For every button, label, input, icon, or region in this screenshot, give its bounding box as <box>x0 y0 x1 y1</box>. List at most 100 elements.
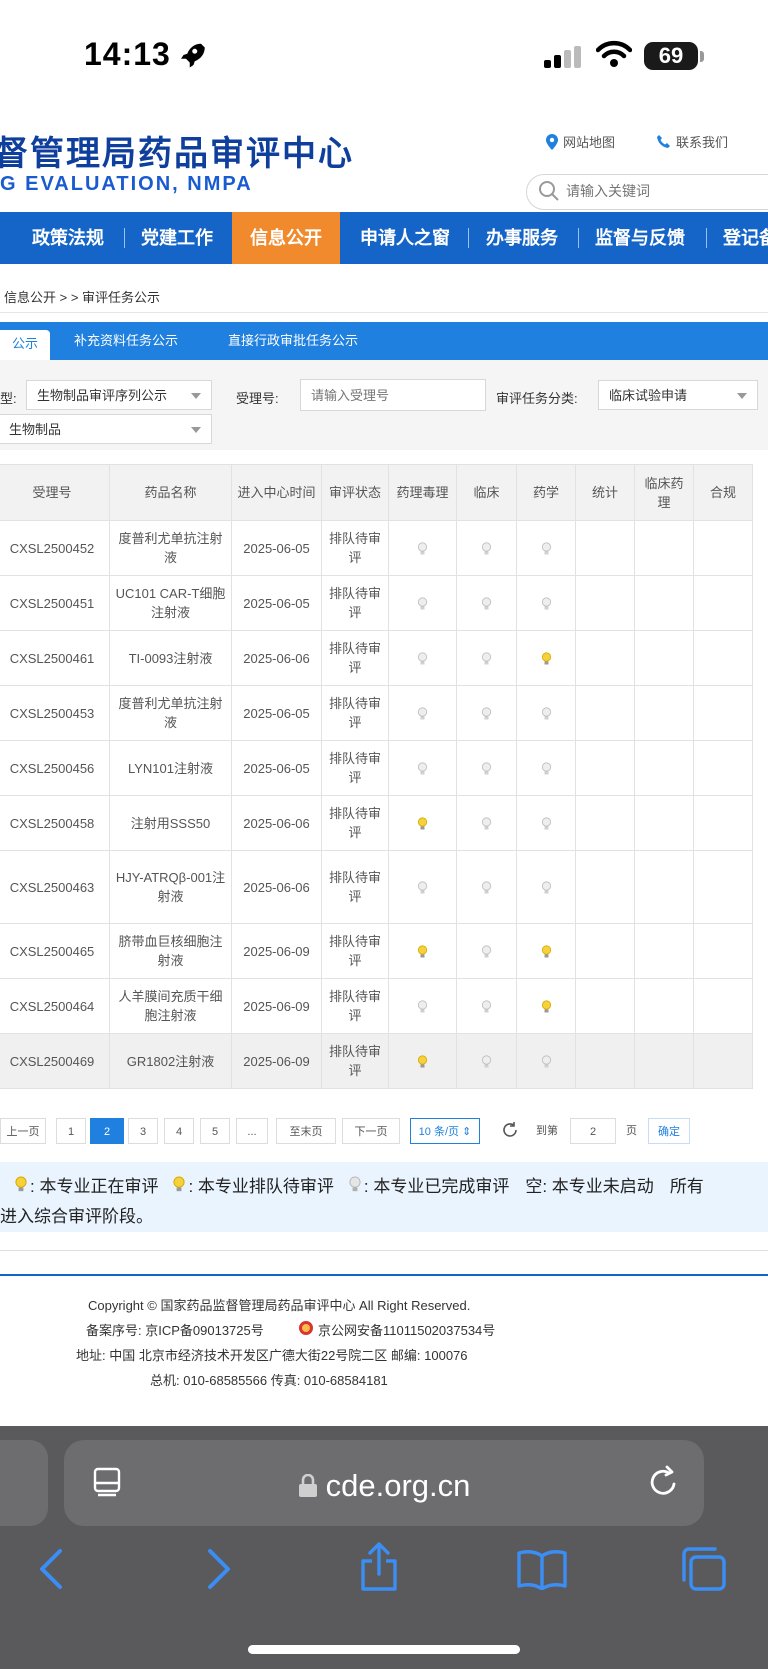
cell-clinical-pharm <box>634 685 694 741</box>
bulb-done-icon <box>481 881 492 894</box>
page-2-button[interactable]: 2 <box>90 1118 124 1144</box>
nav-applicant[interactable]: 申请人之窗 <box>360 212 450 264</box>
cell-cmc <box>516 575 576 631</box>
nav-registration[interactable]: 登记备 <box>723 212 768 264</box>
search-input[interactable] <box>566 180 726 202</box>
cell-statistics <box>575 850 635 924</box>
col-status: 审评状态 <box>321 464 389 521</box>
tabs-overview-icon[interactable] <box>680 1546 728 1592</box>
tab-admin-approval-tasks[interactable]: 直接行政审批任务公示 <box>228 322 358 360</box>
cell-entry-time: 2025-06-05 <box>231 685 322 741</box>
bulb-done-icon <box>541 762 551 775</box>
category-select[interactable]: 临床试验申请 <box>598 380 758 410</box>
bulb-done-icon <box>481 707 492 720</box>
cell-entry-time: 2025-06-05 <box>231 520 322 576</box>
page-4-button[interactable]: 4 <box>164 1118 194 1144</box>
bulb-done-icon <box>541 817 551 830</box>
cell-compliance <box>693 520 753 576</box>
bulb-done-icon <box>481 945 492 958</box>
cell-statistics <box>575 978 635 1034</box>
nav-supervision[interactable]: 监督与反馈 <box>595 212 685 264</box>
cell-statistics <box>575 740 635 796</box>
tab-supplement-tasks[interactable]: 补充资料任务公示 <box>74 322 178 360</box>
prev-page-button[interactable]: 上一页 <box>0 1118 46 1144</box>
reload-icon[interactable] <box>648 1465 680 1499</box>
footer-police[interactable]: 京公网安备11011502037534号 <box>318 1320 495 1339</box>
footer-icp[interactable]: 备案序号: 京ICP备09013725号 <box>86 1320 264 1339</box>
footer-divider <box>0 1274 768 1276</box>
page-3-button[interactable]: 3 <box>128 1118 158 1144</box>
product-select[interactable]: 生物制品 <box>0 414 212 444</box>
goto-page-input[interactable]: 2 <box>570 1118 616 1144</box>
bulb-done-icon <box>481 597 492 610</box>
nav-separator <box>468 228 469 248</box>
cell-compliance <box>693 923 753 979</box>
page-5-button[interactable]: 5 <box>200 1118 230 1144</box>
table-row: CXSL2500458 注射用SSS50 2025-06-06 排队待审评 <box>0 795 753 851</box>
confirm-button[interactable]: 确定 <box>648 1118 690 1144</box>
bulb-queued-icon <box>417 1055 428 1068</box>
sitemap-link[interactable]: 网站地图 <box>546 132 615 151</box>
tab-review-tasks[interactable]: 公示 <box>0 330 50 360</box>
cell-status: 排队待审评 <box>321 795 389 851</box>
category-label: 审评任务分类: <box>496 391 578 406</box>
bulb-queued-icon <box>541 652 551 665</box>
cell-status: 排队待审评 <box>321 740 389 796</box>
cell-accept-number: CXSL2500456 <box>0 740 110 796</box>
cell-accept-number: CXSL2500463 <box>0 850 110 924</box>
cell-cmc <box>516 520 576 576</box>
bulb-done-icon <box>541 707 551 720</box>
nav-separator <box>578 228 579 248</box>
cell-status: 排队待审评 <box>321 850 389 924</box>
cell-status: 排队待审评 <box>321 520 389 576</box>
legend-empty: 空: 本专业未启动 <box>525 1177 654 1196</box>
bookmarks-icon[interactable] <box>516 1548 568 1590</box>
table-row: CXSL2500456 LYN101注射液 2025-06-05 排队待审评 <box>0 740 753 796</box>
cell-clinical-pharm <box>634 795 694 851</box>
type-label: 型: <box>0 391 17 406</box>
refresh-icon[interactable] <box>500 1120 520 1140</box>
bulb-done-icon <box>481 1055 492 1068</box>
cell-clinical-pharm <box>634 850 694 924</box>
contact-link[interactable]: 联系我们 <box>656 132 728 151</box>
battery-indicator: 69 <box>644 42 698 70</box>
search-icon[interactable] <box>538 180 560 202</box>
wifi-icon <box>596 40 632 67</box>
footer-address: 地址: 中国 北京市经济技术开发区广德大街22号院二区 邮编: 100076 <box>76 1348 468 1363</box>
footer-copyright: Copyright © 国家药品监督管理局药品审评中心 All Right Re… <box>88 1298 471 1313</box>
last-page-button[interactable]: 至末页 <box>276 1118 336 1144</box>
accept-number-input[interactable] <box>300 379 486 411</box>
phone-icon <box>657 135 670 148</box>
cell-statistics <box>575 630 635 686</box>
cell-statistics <box>575 520 635 576</box>
cell-cmc <box>516 1033 576 1089</box>
cell-entry-time: 2025-06-06 <box>231 630 322 686</box>
cell-clinical-pharm <box>634 520 694 576</box>
site-subtitle: G EVALUATION, NMPA <box>0 173 253 195</box>
product-select-value: 生物制品 <box>9 422 62 437</box>
cell-cmc <box>516 795 576 851</box>
cell-clinical <box>456 850 517 924</box>
cell-accept-number: CXSL2500451 <box>0 575 110 631</box>
cell-accept-number: CXSL2500469 <box>0 1033 110 1089</box>
back-arrow-icon[interactable] <box>36 1548 66 1590</box>
nav-services[interactable]: 办事服务 <box>486 212 558 264</box>
page-size-select[interactable]: 10 条/页 ⇕ <box>410 1118 480 1144</box>
cell-drug-name: 度普利尤单抗注射液 <box>109 685 232 741</box>
forward-arrow-icon[interactable] <box>204 1548 234 1590</box>
nav-separator <box>706 228 707 248</box>
table-row: CXSL2500461 TI-0093注射液 2025-06-06 排队待审评 <box>0 630 753 686</box>
cell-clinical <box>456 520 517 576</box>
cell-entry-time: 2025-06-06 <box>231 850 322 924</box>
nav-party[interactable]: 党建工作 <box>141 212 213 264</box>
chevron-down-icon <box>737 393 747 399</box>
share-icon[interactable] <box>358 1542 400 1592</box>
contact-label: 联系我们 <box>676 135 729 150</box>
type-select[interactable]: 生物制品审评序列公示 <box>26 380 212 410</box>
page-1-button[interactable]: 1 <box>56 1118 86 1144</box>
next-page-button[interactable]: 下一页 <box>342 1118 400 1144</box>
nav-info-public[interactable]: 信息公开 <box>232 212 340 264</box>
bulb-queued-icon <box>541 1000 551 1013</box>
nav-policy[interactable]: 政策法规 <box>32 212 104 264</box>
cell-accept-number: CXSL2500464 <box>0 978 110 1034</box>
